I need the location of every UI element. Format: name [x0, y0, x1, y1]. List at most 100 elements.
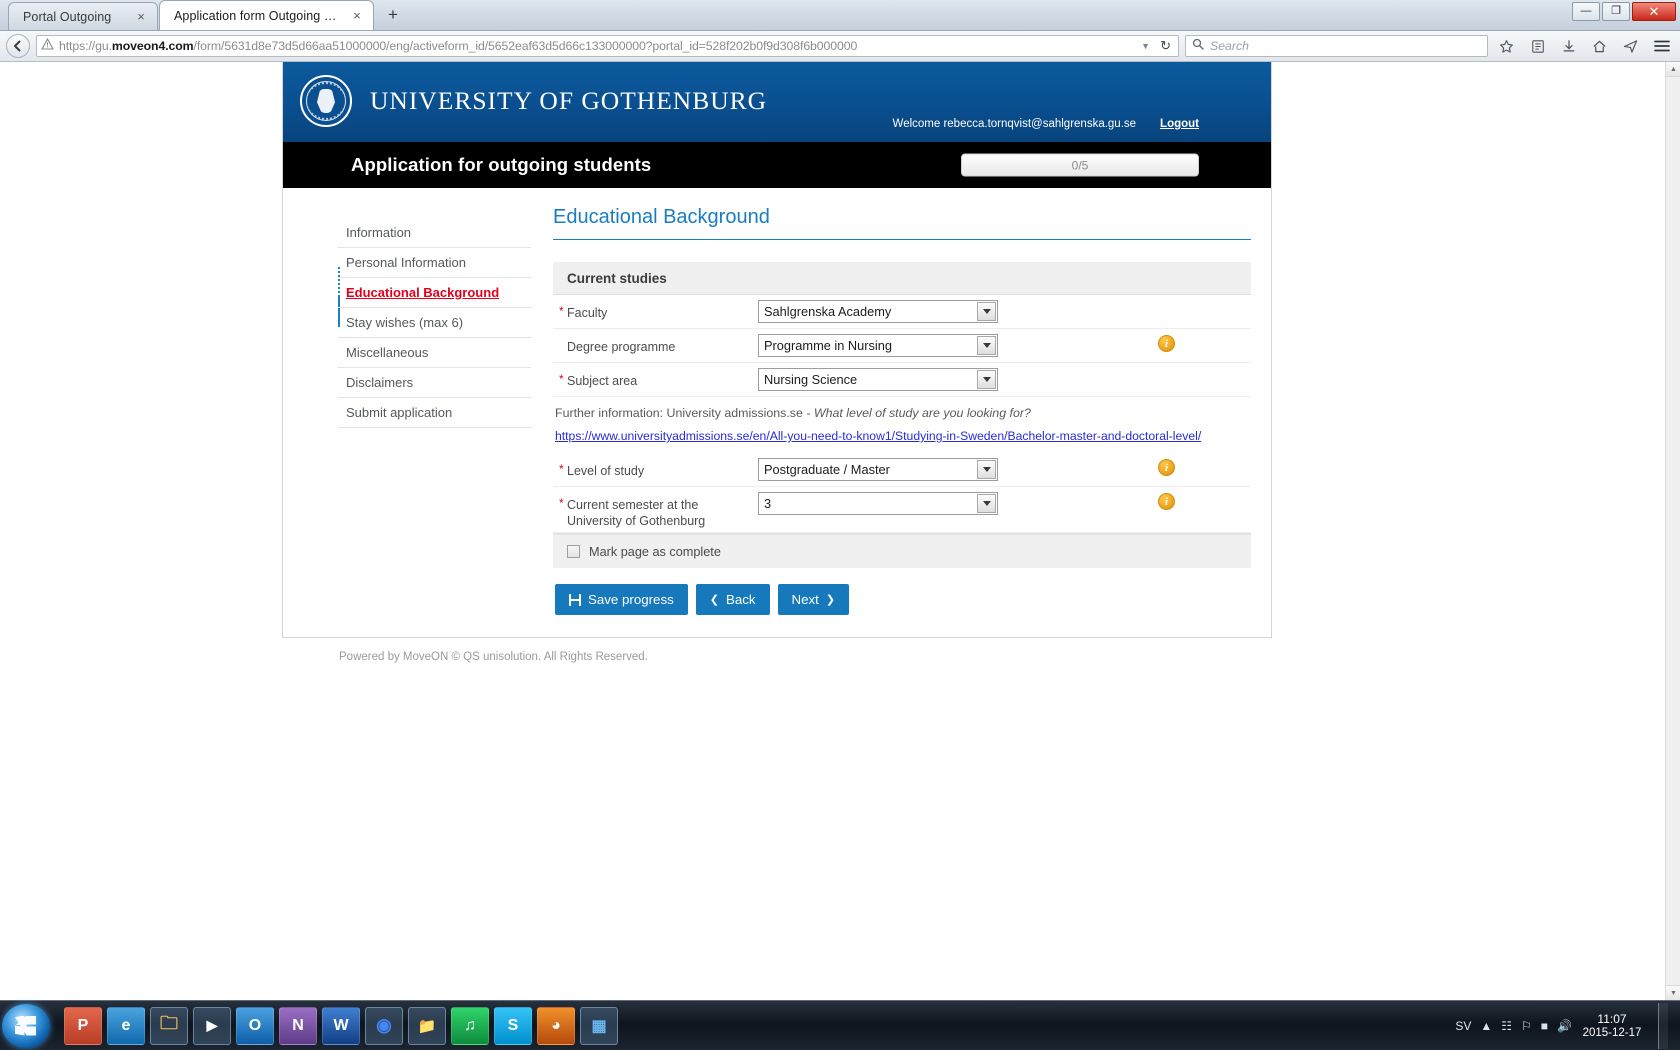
- search-input[interactable]: Search: [1185, 35, 1488, 57]
- help-italic: What level of study are you looking for?: [813, 406, 1031, 420]
- taskbar-icon-chrome[interactable]: ◉: [365, 1006, 403, 1045]
- app-glyph: O: [248, 1016, 262, 1034]
- clock-time: 11:07: [1597, 1011, 1627, 1026]
- site-logo-area[interactable]: UNIVERSITY OF GOTHENBURG: [300, 75, 767, 127]
- app-glyph: ◕: [551, 1016, 561, 1034]
- faculty-select[interactable]: Sahlgrenska Academy: [758, 300, 998, 323]
- sidebar-item-information[interactable]: Information: [338, 218, 531, 248]
- reload-icon[interactable]: ↻: [1157, 38, 1174, 54]
- sidebar-item-disclaimers[interactable]: Disclaimers: [338, 368, 531, 398]
- taskbar-icon-skype[interactable]: S: [494, 1006, 532, 1045]
- reading-list-icon[interactable]: [1525, 34, 1550, 58]
- show-hidden-icons-icon[interactable]: ▲: [1480, 1019, 1492, 1033]
- firefox-browser-window: Portal Outgoing × Application form Outgo…: [0, 0, 1680, 1000]
- taskbar-clock[interactable]: 11:07 2015-12-17: [1581, 1012, 1643, 1040]
- mark-complete-checkbox[interactable]: [567, 545, 580, 558]
- label-text: Faculty: [567, 306, 608, 320]
- sidebar-item-personal-information[interactable]: Personal Information: [338, 248, 531, 278]
- taskbar-icon-onenote[interactable]: N: [279, 1006, 317, 1045]
- progress-indicator: 0/5: [961, 153, 1199, 177]
- info-icon[interactable]: i: [1158, 459, 1175, 476]
- close-window-button[interactable]: ✕: [1632, 2, 1676, 21]
- chevron-down-icon[interactable]: ▼: [1139, 41, 1152, 51]
- app-glyph: e: [121, 1016, 131, 1034]
- level-of-study-select[interactable]: Postgraduate / Master: [758, 458, 998, 481]
- taskbar-icon-firefox[interactable]: ◕: [537, 1006, 575, 1045]
- back-arrow-icon[interactable]: [6, 34, 30, 58]
- flag-icon[interactable]: ⚐: [1521, 1019, 1532, 1033]
- language-indicator[interactable]: SV: [1455, 1019, 1471, 1033]
- menu-hamburger-icon[interactable]: [1649, 34, 1674, 58]
- external-link-university-admissions[interactable]: https://www.universityadmissions.se/en/A…: [553, 426, 1251, 453]
- taskbar-icon-internet-explorer[interactable]: e: [107, 1006, 145, 1045]
- next-button[interactable]: Next ❯: [777, 584, 850, 615]
- taskbar-icon-windows-explorer[interactable]: 🗀: [150, 1006, 188, 1045]
- sidebar-item-educational-background[interactable]: Educational Background: [338, 278, 531, 308]
- logout-link[interactable]: Logout: [1160, 118, 1199, 130]
- battery-icon[interactable]: ■: [1541, 1019, 1548, 1033]
- taskbar-icon-blue-app[interactable]: ▦: [580, 1006, 618, 1045]
- web-page: UNIVERSITY OF GOTHENBURG Welcome rebecca…: [282, 62, 1272, 663]
- help-prefix: Further information: University admissio…: [555, 406, 814, 420]
- minimize-button[interactable]: —: [1572, 2, 1600, 21]
- button-label: Save progress: [588, 592, 674, 607]
- address-bar[interactable]: https://gu.moveon4.com/form/5631d8e73d5d…: [36, 35, 1179, 57]
- taskbar-icon-outlook[interactable]: O: [236, 1006, 274, 1045]
- sidebar-item-stay-wishes[interactable]: Stay wishes (max 6): [338, 308, 531, 338]
- chevron-down-icon[interactable]: [977, 370, 996, 389]
- label-text: Degree programme: [567, 340, 676, 354]
- sidebar-item-miscellaneous[interactable]: Miscellaneous: [338, 338, 531, 368]
- share-icon[interactable]: [1618, 34, 1643, 58]
- current-semester-select[interactable]: 3: [758, 492, 998, 515]
- chevron-down-icon[interactable]: [977, 302, 996, 321]
- button-label: Next: [791, 592, 819, 607]
- application-title-bar: Application for outgoing students 0/5: [283, 142, 1271, 188]
- chevron-down-icon[interactable]: [977, 460, 996, 479]
- app-glyph: P: [77, 1016, 89, 1034]
- volume-icon[interactable]: 🔊: [1557, 1019, 1572, 1033]
- required-asterisk: *: [559, 462, 564, 476]
- page-viewport: UNIVERSITY OF GOTHENBURG Welcome rebecca…: [0, 62, 1680, 1000]
- app-glyph: ◉: [376, 1015, 392, 1035]
- mark-page-complete-row[interactable]: Mark page as complete: [553, 533, 1251, 568]
- info-icon[interactable]: i: [1158, 493, 1175, 510]
- bookmark-star-icon[interactable]: [1494, 34, 1519, 58]
- taskbar-icon-folder[interactable]: 📁: [408, 1006, 446, 1045]
- app-glyph: S: [507, 1016, 519, 1034]
- close-icon[interactable]: ×: [349, 8, 365, 24]
- tab-title: Portal Outgoing: [23, 9, 112, 24]
- degree-programme-select[interactable]: Programme in Nursing: [758, 334, 998, 357]
- taskbar-icon-word[interactable]: W: [322, 1006, 360, 1045]
- taskbar-icon-spotify[interactable]: ♫: [451, 1006, 489, 1045]
- form-action-buttons: Save progress ❮ Back Next ❯: [553, 568, 1251, 615]
- taskbar-icon-media-player[interactable]: ▶: [193, 1006, 231, 1045]
- save-progress-button[interactable]: Save progress: [555, 584, 688, 615]
- taskbar-icon-powerpoint[interactable]: P: [64, 1006, 102, 1045]
- required-asterisk: *: [559, 496, 564, 510]
- chevron-down-icon[interactable]: [977, 494, 996, 513]
- start-button[interactable]: [2, 1003, 50, 1048]
- scroll-down-arrow-icon[interactable]: ▼: [1666, 985, 1680, 1000]
- show-desktop-button[interactable]: [1658, 1002, 1668, 1049]
- maximize-button[interactable]: ❐: [1602, 2, 1630, 21]
- browser-tab-1[interactable]: Portal Outgoing ×: [8, 2, 158, 30]
- page-scrollbar[interactable]: ▲ ▼: [1665, 62, 1680, 1000]
- new-tab-button[interactable]: +: [379, 3, 407, 29]
- url-text: https://gu.moveon4.com/form/5631d8e73d5d…: [59, 39, 1134, 53]
- save-disk-icon: [569, 593, 581, 606]
- subject-area-select[interactable]: Nursing Science: [758, 368, 998, 391]
- title-divider: [553, 239, 1251, 240]
- info-icon[interactable]: i: [1158, 335, 1175, 352]
- form-row-level-of-study: * Level of study Postgraduate / Master i: [553, 453, 1251, 487]
- network-icon[interactable]: ☷: [1501, 1019, 1512, 1033]
- back-button[interactable]: ❮ Back: [695, 584, 770, 615]
- close-icon[interactable]: ×: [133, 9, 149, 25]
- downloads-icon[interactable]: [1556, 34, 1581, 58]
- scroll-up-arrow-icon[interactable]: ▲: [1666, 62, 1680, 77]
- required-asterisk: *: [559, 372, 564, 386]
- chevron-down-icon[interactable]: [977, 336, 996, 355]
- home-icon[interactable]: [1587, 34, 1612, 58]
- browser-tab-2[interactable]: Application form Outgoing Stu... ×: [159, 0, 374, 30]
- url-scheme: https://gu.: [59, 39, 112, 53]
- sidebar-item-submit-application[interactable]: Submit application: [338, 398, 531, 428]
